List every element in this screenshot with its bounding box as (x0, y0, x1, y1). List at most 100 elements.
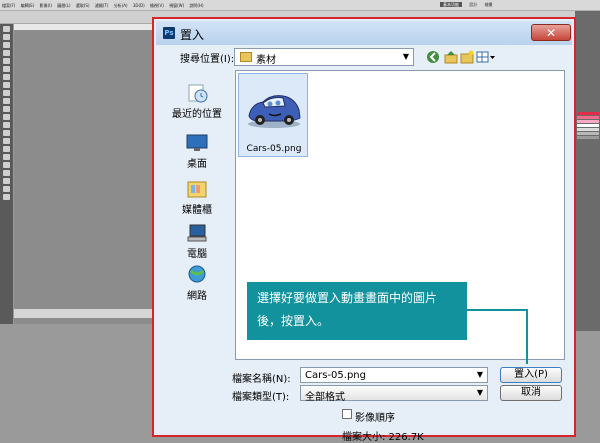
workspace-switcher: 基本功能 設計 繪畫 (440, 2, 600, 10)
foreground-color-icon[interactable] (3, 194, 10, 200)
place-computer[interactable]: 電腦 (162, 223, 232, 260)
lasso-tool-icon[interactable] (3, 42, 10, 48)
swatch[interactable] (576, 136, 599, 139)
menu-item-layer[interactable]: 圖層(L) (57, 3, 70, 9)
workspace-tab-essentials[interactable]: 基本功能 (440, 2, 462, 7)
desktop-icon (186, 133, 208, 153)
menu-item-file[interactable]: 檔案(F) (2, 3, 15, 9)
swatch[interactable] (576, 124, 599, 127)
callout-line-1: 選擇好要做置入動畫畫面中的圖片 (257, 291, 438, 305)
back-icon[interactable] (426, 50, 440, 64)
healing-tool-icon[interactable] (3, 74, 10, 80)
gradient-tool-icon[interactable] (3, 114, 10, 120)
place-recent[interactable]: 最近的位置 (162, 83, 232, 120)
computer-icon (186, 223, 208, 243)
menu-item-analysis[interactable]: 分析(A) (114, 3, 128, 9)
dodge-tool-icon[interactable] (3, 130, 10, 136)
close-button[interactable]: ✕ (531, 24, 571, 41)
swatch[interactable] (576, 112, 599, 115)
callout-connector (467, 309, 527, 311)
instruction-callout: 選擇好要做置入動畫畫面中的圖片 後，按置入。 (247, 282, 467, 340)
canvas-area (14, 24, 154, 324)
file-type-dropdown[interactable]: 全部格式 ▼ (300, 385, 488, 403)
file-size-label: 檔案大小: 226.7K (342, 432, 424, 443)
eyedropper-tool-icon[interactable] (3, 66, 10, 72)
stamp-tool-icon[interactable] (3, 90, 10, 96)
right-panels (575, 11, 600, 331)
place-label: 網路 (187, 291, 207, 302)
file-item[interactable]: Cars-05.png (238, 73, 308, 157)
3d-tool-icon[interactable] (3, 170, 10, 176)
status-bar (14, 309, 154, 318)
chevron-down-icon: ▼ (476, 388, 483, 397)
place-label: 最近的位置 (172, 109, 222, 120)
callout-connector (526, 309, 528, 364)
swatch[interactable] (576, 128, 599, 131)
folder-icon (240, 52, 252, 62)
swatch[interactable] (576, 132, 599, 135)
workspace-tab-design[interactable]: 設計 (469, 2, 477, 7)
libraries-icon (186, 179, 208, 199)
place-label: 電腦 (187, 249, 207, 260)
menu-item-image[interactable]: 影像(I) (40, 3, 52, 9)
place-network[interactable]: 網路 (162, 265, 232, 302)
places-bar: 最近的位置 桌面 媒體櫃 電腦 網路 (162, 75, 232, 375)
type-tool-icon[interactable] (3, 146, 10, 152)
place-button[interactable]: 置入(P) (500, 367, 562, 383)
callout-line-2: 後，按置入。 (257, 314, 330, 328)
file-name-label: 檔案名稱(N): (232, 374, 291, 385)
chevron-down-icon: ▼ (402, 52, 409, 61)
car-thumbnail-icon (245, 86, 303, 134)
look-in-dropdown[interactable]: 素材 ▼ (234, 48, 414, 66)
view-menu-icon[interactable] (476, 50, 496, 64)
menu-item-3d[interactable]: 3D(D) (133, 3, 145, 8)
image-sequence-checkbox[interactable] (342, 409, 352, 419)
marquee-tool-icon[interactable] (3, 34, 10, 40)
zoom-tool-icon[interactable] (3, 186, 10, 192)
menu-item-window[interactable]: 視窗(W) (169, 3, 184, 9)
eraser-tool-icon[interactable] (3, 106, 10, 112)
tools-panel (0, 24, 13, 324)
place-desktop[interactable]: 桌面 (162, 133, 232, 170)
quick-select-tool-icon[interactable] (3, 50, 10, 56)
file-type-value: 全部格式 (305, 392, 345, 403)
up-folder-icon[interactable] (444, 50, 458, 64)
file-name-value: Cars-05.png (305, 370, 366, 381)
move-tool-icon[interactable] (3, 26, 10, 32)
recent-places-icon (186, 83, 208, 103)
path-select-tool-icon[interactable] (3, 154, 10, 160)
menu-item-select[interactable]: 選取(S) (76, 3, 90, 9)
history-brush-icon[interactable] (3, 98, 10, 104)
file-type-label: 檔案類型(T): (232, 392, 290, 403)
cancel-button[interactable]: 取消 (500, 385, 562, 401)
look-in-label: 搜尋位置(I): (180, 54, 235, 65)
place-libraries[interactable]: 媒體櫃 (162, 179, 232, 216)
menu-item-filter[interactable]: 濾鏡(T) (95, 3, 109, 9)
place-dialog: Ps 置入 ✕ 搜尋位置(I): 素材 ▼ 最近的位置 桌面 媒體櫃 電腦 網路… (152, 17, 576, 443)
workspace-tab-painting[interactable]: 繪畫 (485, 2, 493, 7)
ruler (14, 24, 154, 30)
dialog-title-bar[interactable]: Ps 置入 ✕ (156, 21, 572, 45)
hand-tool-icon[interactable] (3, 178, 10, 184)
look-in-value: 素材 (256, 55, 276, 66)
crop-tool-icon[interactable] (3, 58, 10, 64)
chevron-down-icon[interactable]: ▼ (477, 370, 483, 379)
swatch[interactable] (576, 120, 599, 123)
shape-tool-icon[interactable] (3, 162, 10, 168)
menu-item-edit[interactable]: 編輯(E) (21, 3, 35, 9)
file-name: Cars-05.png (246, 144, 302, 154)
swatch[interactable] (576, 116, 599, 119)
menu-item-help[interactable]: 說明(H) (189, 3, 203, 9)
new-folder-icon[interactable] (460, 50, 474, 64)
dialog-title: 置入 (180, 28, 205, 42)
menu-item-view[interactable]: 檢視(V) (150, 3, 164, 9)
network-icon (186, 265, 208, 285)
pen-tool-icon[interactable] (3, 138, 10, 144)
photoshop-logo-icon: Ps (163, 27, 175, 39)
file-name-input[interactable]: Cars-05.png ▼ (300, 367, 488, 383)
image-sequence-label: 影像順序 (355, 413, 395, 424)
brush-tool-icon[interactable] (3, 82, 10, 88)
blur-tool-icon[interactable] (3, 122, 10, 128)
place-label: 桌面 (187, 159, 207, 170)
place-label: 媒體櫃 (182, 205, 212, 216)
